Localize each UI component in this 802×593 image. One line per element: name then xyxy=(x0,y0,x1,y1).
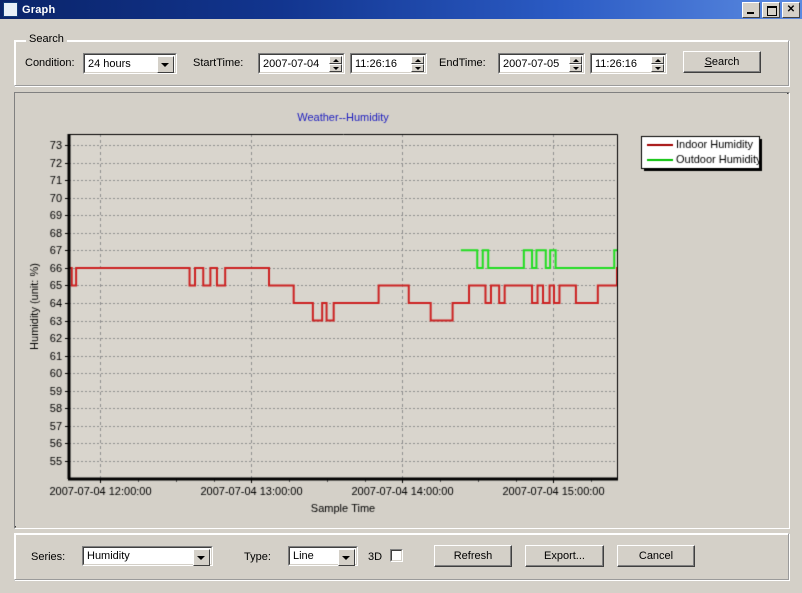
refresh-button[interactable]: Refresh xyxy=(434,545,512,567)
chevron-down-icon[interactable] xyxy=(157,56,174,73)
type-value: Line xyxy=(293,550,314,562)
cancel-button-label: Cancel xyxy=(638,550,674,562)
starttime-date-value: 2007-07-04 xyxy=(263,57,320,70)
search-button[interactable]: Search xyxy=(683,51,761,73)
starttime-date-field[interactable]: 2007-07-04 xyxy=(258,53,345,74)
humidity-line-chart xyxy=(15,93,787,526)
export-button[interactable]: Export... xyxy=(525,545,604,567)
starttime-time-spinner[interactable] xyxy=(411,56,424,72)
spinner-up-icon[interactable] xyxy=(651,56,664,64)
threed-label: 3D xyxy=(368,551,383,563)
starttime-date-spinner[interactable] xyxy=(329,56,342,72)
endtime-date-value: 2007-07-05 xyxy=(503,57,560,70)
spinner-up-icon[interactable] xyxy=(569,56,582,64)
spinner-down-icon[interactable] xyxy=(411,64,424,72)
type-select[interactable]: Line xyxy=(288,546,358,566)
spinner-down-icon[interactable] xyxy=(569,64,582,72)
close-icon[interactable]: ✕ xyxy=(782,2,800,18)
series-value: Humidity xyxy=(87,550,130,562)
endtime-label: EndTime: xyxy=(439,57,486,69)
chevron-down-icon[interactable] xyxy=(193,549,210,566)
spinner-down-icon[interactable] xyxy=(651,64,664,72)
endtime-date-spinner[interactable] xyxy=(569,56,582,72)
starttime-time-field[interactable]: 11:26:16 xyxy=(350,53,427,74)
spinner-up-icon[interactable] xyxy=(411,56,424,64)
search-group-label: Search xyxy=(26,33,67,45)
type-label: Type: xyxy=(244,551,271,563)
chart-panel xyxy=(14,92,790,529)
cancel-button[interactable]: Cancel xyxy=(617,545,695,567)
threed-checkbox[interactable] xyxy=(390,549,403,562)
window-controls: ✕ xyxy=(742,2,800,18)
graph-window: Graph ✕ Search Condition: 24 hours Start… xyxy=(0,0,802,593)
starttime-time-value: 11:26:16 xyxy=(355,57,398,70)
endtime-time-spinner[interactable] xyxy=(651,56,664,72)
window-title: Graph xyxy=(22,3,56,16)
starttime-label: StartTime: xyxy=(193,57,244,69)
chevron-down-icon[interactable] xyxy=(338,549,355,566)
condition-value: 24 hours xyxy=(88,57,131,70)
refresh-button-label: Refresh xyxy=(453,550,493,562)
maximize-button[interactable] xyxy=(762,2,780,18)
condition-label: Condition: xyxy=(25,57,75,69)
export-button-label: Export... xyxy=(544,550,585,562)
title-bar: Graph ✕ xyxy=(0,0,802,19)
endtime-time-field[interactable]: 11:26:16 xyxy=(590,53,667,74)
condition-select[interactable]: 24 hours xyxy=(83,53,177,74)
endtime-date-field[interactable]: 2007-07-05 xyxy=(498,53,585,74)
minimize-button[interactable] xyxy=(742,2,760,18)
graph-window-icon xyxy=(3,2,18,17)
spinner-down-icon[interactable] xyxy=(329,64,342,72)
series-select[interactable]: Humidity xyxy=(82,546,213,566)
spinner-up-icon[interactable] xyxy=(329,56,342,64)
series-label: Series: xyxy=(31,551,66,563)
endtime-time-value: 11:26:16 xyxy=(595,57,638,70)
search-button-label: Search xyxy=(704,56,740,68)
